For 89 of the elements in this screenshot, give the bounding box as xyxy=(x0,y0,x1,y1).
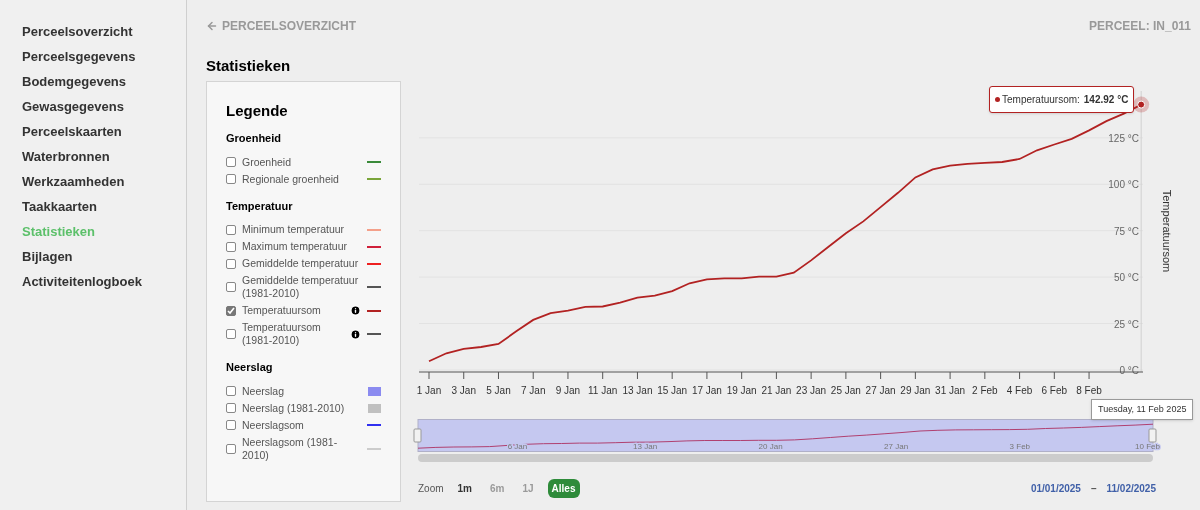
page-title: Statistieken xyxy=(206,56,292,76)
legend-label: Gemiddelde temperatuur (1981-2010) xyxy=(242,274,360,300)
back-arrow-icon xyxy=(206,20,218,32)
navigator-handle[interactable] xyxy=(413,428,422,442)
legend-group-title: Neerslag xyxy=(226,360,274,375)
data-point-marker xyxy=(1133,96,1150,113)
legend-label: Neerslagsom (1981-2010) xyxy=(242,435,339,462)
sidebar-item[interactable]: Waterbronnen xyxy=(22,148,186,165)
checkbox[interactable] xyxy=(226,224,236,235)
navigator-handle[interactable] xyxy=(1148,428,1157,442)
legend-label: Groenheid xyxy=(242,155,293,169)
x-tick-label: 31 Jan xyxy=(935,384,966,396)
checkbox[interactable] xyxy=(226,420,236,430)
range-end-date[interactable]: 11/02/2025 xyxy=(1106,480,1156,496)
zoom-button[interactable]: 1m xyxy=(453,478,476,498)
x-tick-label: 3 Jan xyxy=(451,384,476,396)
checkbox[interactable] xyxy=(226,258,236,269)
x-tick-label: 21 Jan xyxy=(761,384,792,396)
x-tick-label: 9 Jan xyxy=(555,384,581,396)
x-tick-label: 19 Jan xyxy=(726,384,757,396)
y-tick-label: 75 °C xyxy=(1113,225,1139,237)
checkbox[interactable] xyxy=(226,282,236,292)
legend-label: Maximum temperatuur xyxy=(242,240,349,253)
x-tick-label: 8 Feb xyxy=(1076,384,1102,396)
x-tick-label: 11 Jan xyxy=(588,384,618,396)
range-start-date[interactable]: 01/01/2025 xyxy=(1030,480,1081,496)
checkbox[interactable] xyxy=(226,386,236,396)
checkbox[interactable] xyxy=(226,157,236,167)
y-tick-label: 25 °C xyxy=(1113,318,1139,330)
legend-label: Neerslagsom xyxy=(242,418,305,432)
x-tick-label: 2 Feb xyxy=(972,384,998,396)
sidebar-item[interactable]: Werkzaamheden xyxy=(22,173,186,190)
zoom-label: Zoom xyxy=(418,481,444,496)
checkbox[interactable] xyxy=(226,329,236,339)
x-tick-label: 1 Jan xyxy=(416,384,442,396)
x-tick-label: 23 Jan xyxy=(796,384,827,396)
x-tick-label: 15 Jan xyxy=(657,384,688,396)
navigator-label: 13 Jan xyxy=(633,441,658,451)
x-tick-label: 27 Jan xyxy=(865,384,896,396)
x-tick-label: 17 Jan xyxy=(691,384,722,396)
info-icon[interactable] xyxy=(350,328,361,340)
checkbox[interactable] xyxy=(226,305,236,316)
x-tick-label: 5 Jan xyxy=(486,384,511,396)
range-separator: – xyxy=(1090,481,1097,496)
y-tick-label: 0 °C xyxy=(1119,364,1139,376)
y-tick-label: 125 °C xyxy=(1108,132,1139,144)
legend-title: Legende xyxy=(226,100,289,121)
sidebar-item[interactable]: Activiteitenlogboek xyxy=(22,273,186,290)
navigator-label: 20 Jan xyxy=(758,441,783,451)
date-tooltip: Tuesday, 11 Feb 2025 xyxy=(1091,398,1194,420)
legend-group-title: Temperatuur xyxy=(226,198,294,214)
legend-label: Minimum temperatuur xyxy=(242,223,346,236)
zoom-button[interactable]: Alles xyxy=(547,478,580,498)
checkbox[interactable] xyxy=(226,443,236,454)
tooltip-label: Temperatuursom: xyxy=(1002,92,1080,107)
y-tick-label: 100 °C xyxy=(1108,178,1139,190)
legend-label: Neerslag (1981-2010) xyxy=(242,401,346,415)
y-tick-label: 50 °C xyxy=(1113,271,1139,283)
sidebar-item[interactable]: Bijlagen xyxy=(22,248,186,265)
legend-group-title: Groenheid xyxy=(226,131,282,146)
navigator-label: 10 Feb xyxy=(1135,441,1160,451)
legend-label: Temperatuursom xyxy=(242,304,322,317)
x-tick-label: 6 Feb xyxy=(1041,384,1068,396)
parcel-id: PERCEEL: IN_011 xyxy=(1088,18,1191,35)
x-tick-label: 29 Jan xyxy=(900,384,931,396)
check-icon xyxy=(227,306,235,315)
x-tick-label: 25 Jan xyxy=(830,384,861,396)
info-icon[interactable] xyxy=(350,305,361,316)
legend-label: Temperatuursom (1981-2010) xyxy=(242,321,322,347)
tooltip-value: 142.92 °C xyxy=(1083,92,1129,107)
navigator-label: 3 Feb xyxy=(1009,441,1031,451)
legend-label: Regionale groenheid xyxy=(242,172,340,186)
sidebar-item[interactable]: Bodemgegevens xyxy=(22,73,186,90)
sidebar-item[interactable]: Perceelsgegevens xyxy=(22,48,186,65)
legend-label: Gemiddelde temperatuur xyxy=(242,257,360,270)
legend-label: Neerslag xyxy=(242,384,286,398)
x-tick-label: 4 Feb xyxy=(1006,384,1033,396)
sidebar-item[interactable]: Taakkaarten xyxy=(22,198,186,215)
checkbox[interactable] xyxy=(226,174,236,184)
sidebar-item[interactable]: Gewasgegevens xyxy=(22,98,186,115)
sidebar-item[interactable]: Perceelsoverzicht xyxy=(22,23,186,40)
sidebar-item[interactable]: Perceelskaarten xyxy=(22,123,186,140)
x-tick-label: 7 Jan xyxy=(521,384,546,396)
x-tick-label: 13 Jan xyxy=(622,384,653,396)
scrollbar[interactable] xyxy=(418,453,1153,462)
y-axis-title: Temperatuursom xyxy=(1161,189,1173,272)
navigator-label: 27 Jan xyxy=(884,441,909,451)
checkbox[interactable] xyxy=(226,403,236,413)
checkbox[interactable] xyxy=(226,241,236,252)
